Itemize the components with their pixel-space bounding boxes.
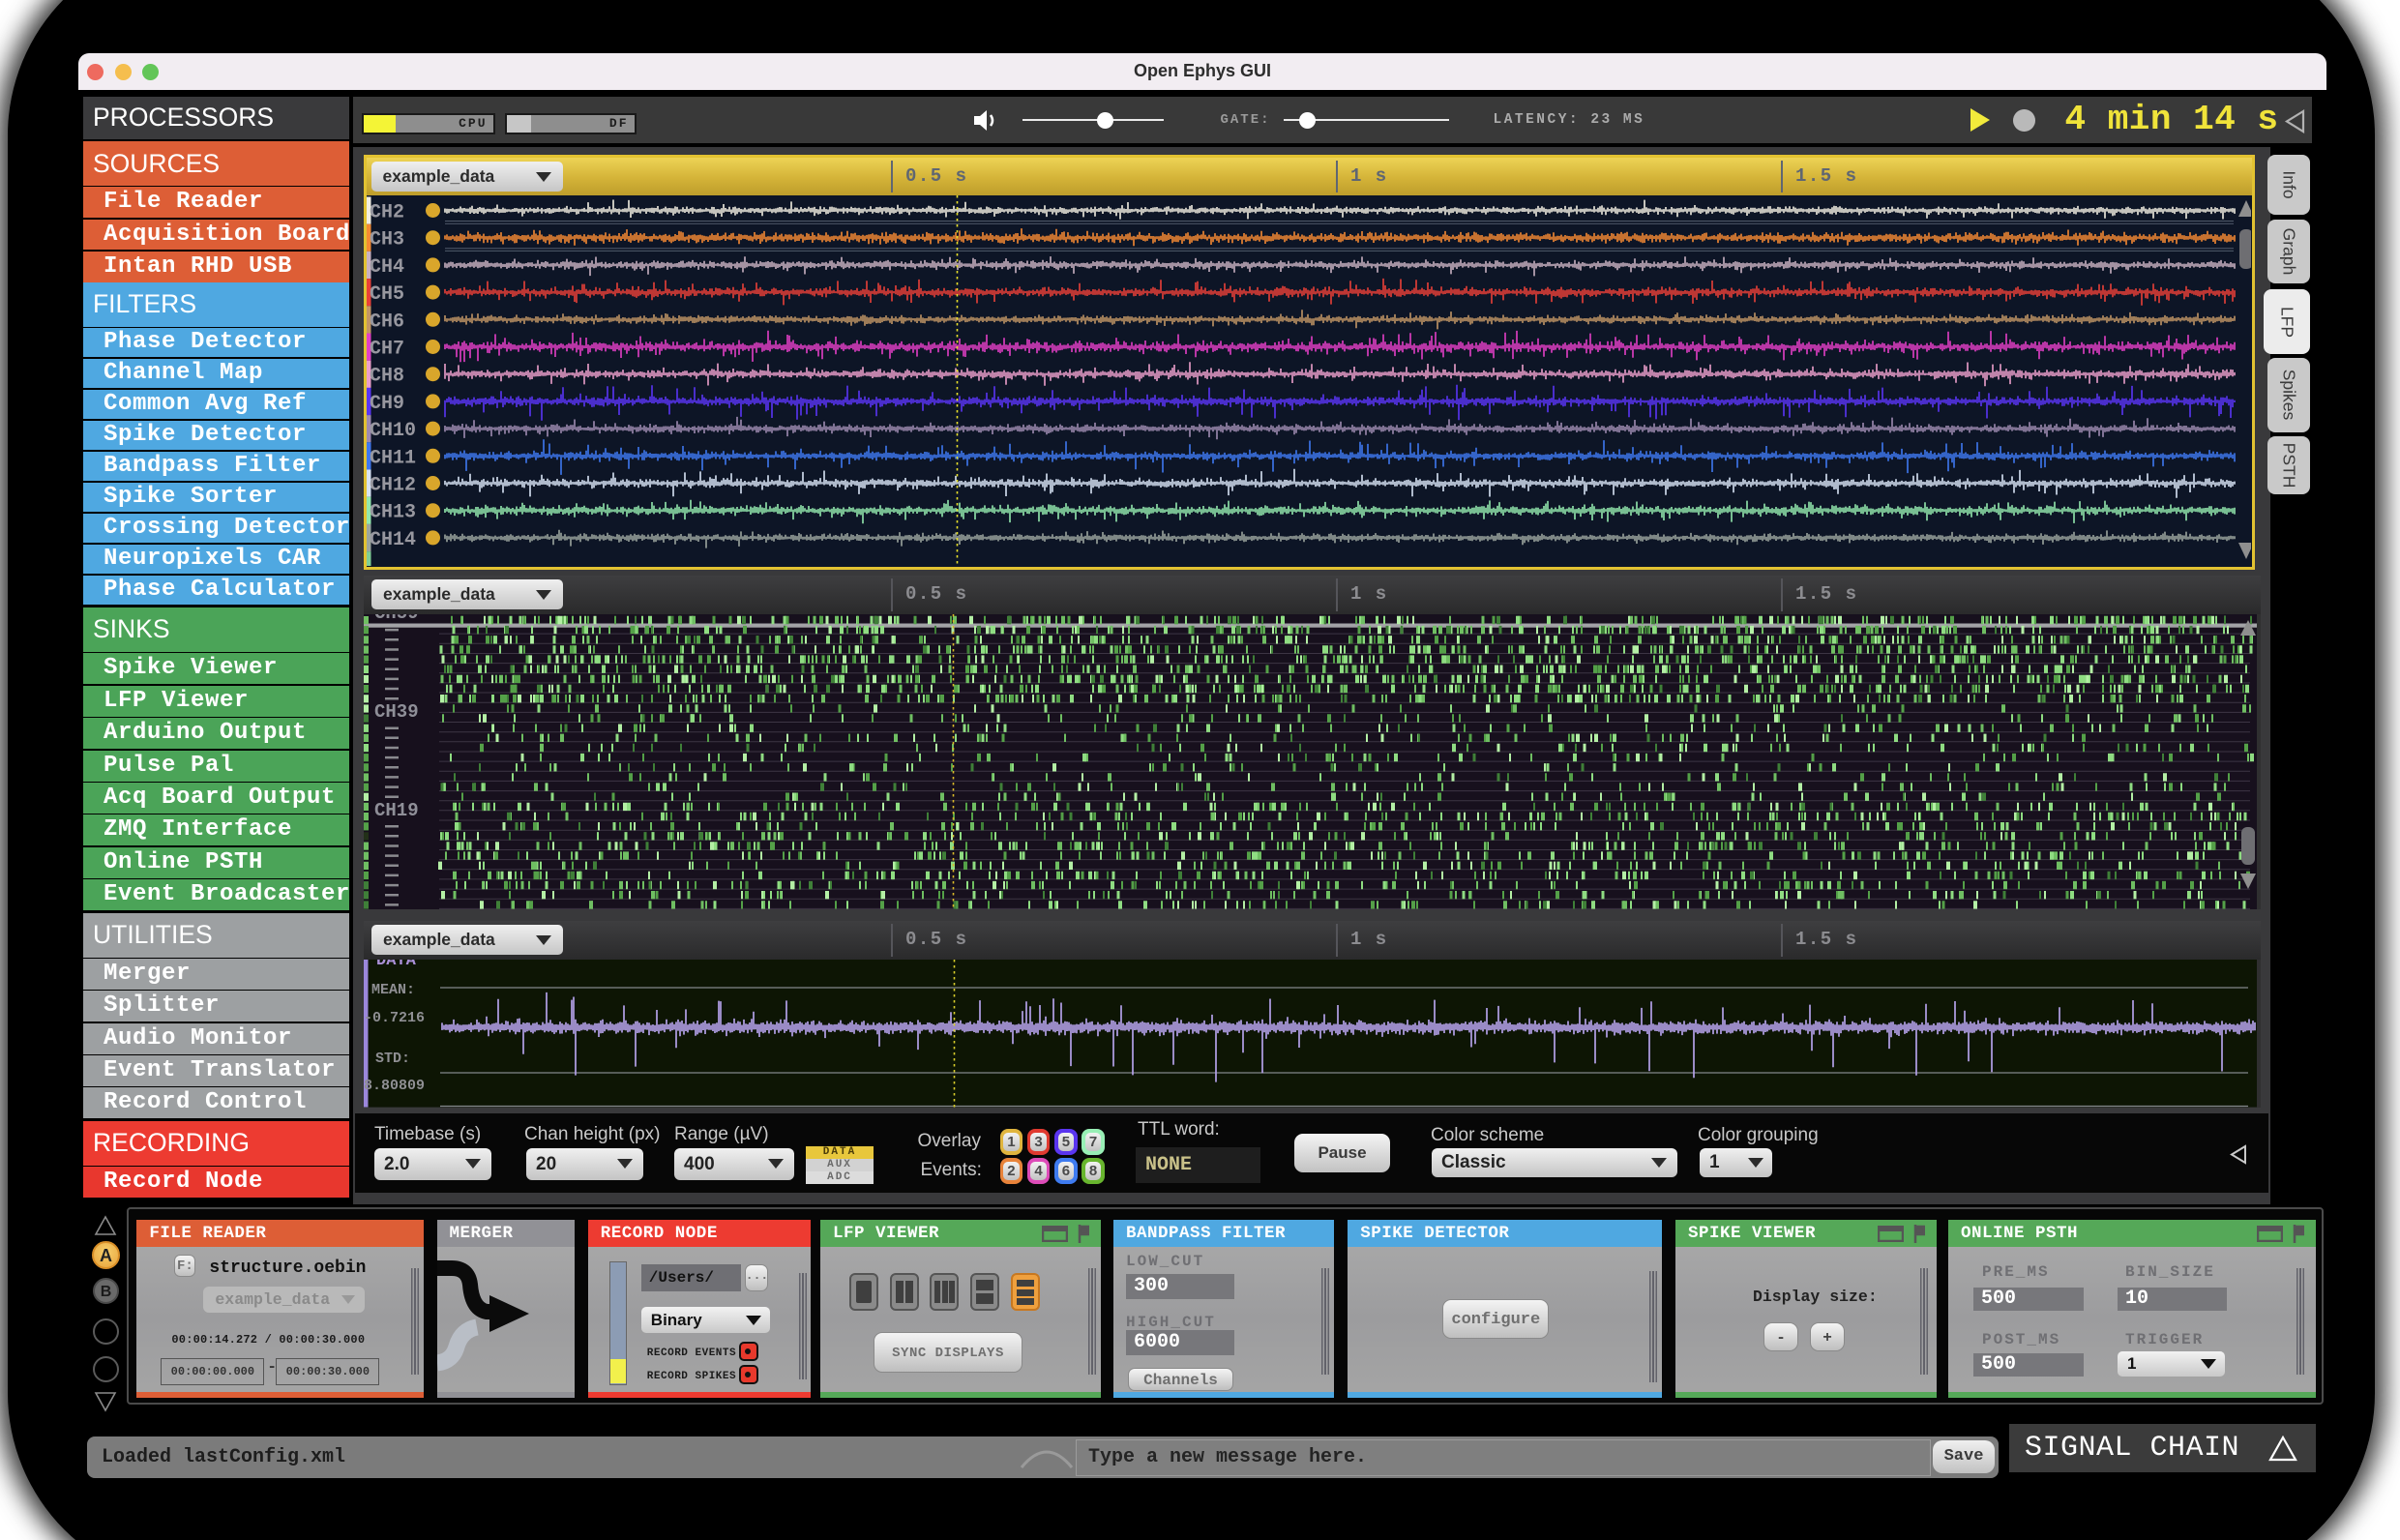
svg-text:CH3: CH3: [370, 228, 404, 251]
svg-text:CH14: CH14: [370, 528, 416, 550]
svg-text:CH59: CH59: [374, 614, 419, 624]
svg-text:CH6: CH6: [370, 311, 404, 333]
svg-text:MEAN:: MEAN:: [371, 982, 415, 998]
svg-text:CH12: CH12: [370, 474, 416, 496]
svg-text:CH4: CH4: [370, 255, 404, 278]
svg-text:CH10: CH10: [370, 420, 416, 442]
svg-text:CH11: CH11: [370, 447, 416, 469]
svg-text:CH7: CH7: [370, 338, 404, 360]
svg-text:CH13: CH13: [370, 501, 416, 523]
svg-text:-0.7216: -0.7216: [364, 1010, 425, 1026]
svg-text:CH8: CH8: [370, 365, 404, 387]
svg-text:CH2: CH2: [370, 201, 404, 223]
svg-text:8.80809: 8.80809: [364, 1078, 425, 1094]
svg-text:CH9: CH9: [370, 392, 404, 414]
svg-text:CH5: CH5: [370, 283, 404, 306]
svg-text:CH19: CH19: [374, 800, 419, 821]
svg-text:STD:: STD:: [375, 1051, 410, 1067]
svg-text:CH39: CH39: [374, 701, 419, 723]
svg-text:DATA: DATA: [376, 960, 417, 970]
